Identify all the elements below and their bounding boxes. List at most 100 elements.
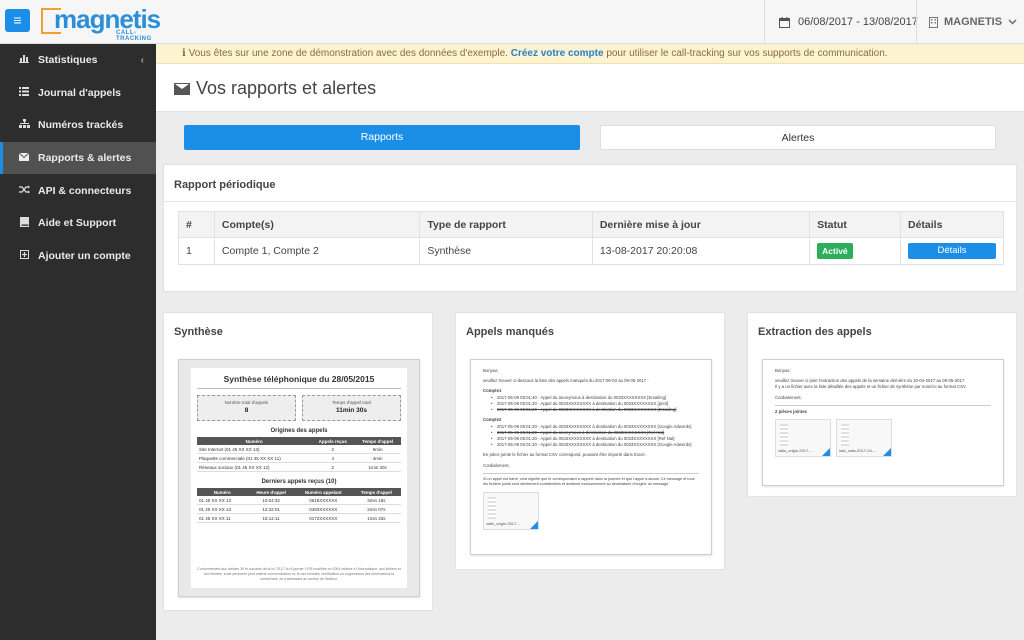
- row-status: Activé: [809, 237, 901, 265]
- table-row: 01 45 XX XX 11 15:12:11 0172XXXXXX 1min …: [197, 513, 401, 523]
- date-range-text: 06/08/2017 - 13/08/2017: [798, 16, 918, 28]
- sidebar-item-rapports[interactable]: Rapports & alertes: [0, 141, 156, 175]
- tab-alertes[interactable]: Alertes: [600, 125, 996, 150]
- sidebar-item-label: Rapports & alertes: [38, 152, 132, 165]
- synthese-footer: Conformément aux articles 39 et suivants…: [197, 567, 401, 582]
- email-line2: Il y a un fichier avec la liste détaillé…: [775, 384, 967, 390]
- attachment-thumbnail[interactable]: last_calls-2017-04-...: [836, 419, 893, 458]
- calendar-icon: [779, 16, 790, 28]
- tab-rapports[interactable]: Rapports: [184, 125, 580, 150]
- column-header: Numéro: [197, 488, 248, 496]
- table-row: 1 Compte 1, Compte 2 Synthèse 13-08-2017…: [178, 237, 1004, 265]
- derniers-table: Numéro Heure d'appel Numéro appelant Tem…: [197, 488, 401, 523]
- sidebar-item-aide[interactable]: Aide et Support: [0, 207, 156, 240]
- origines-heading: Origines des appels: [270, 428, 328, 434]
- cell: 10:04:32: [247, 496, 295, 505]
- sitemap-icon: [18, 119, 30, 131]
- extraction-email-preview[interactable]: Bonjour, veuillez trouver ci-joint l'ext…: [762, 359, 1004, 486]
- sidebar-item-journal[interactable]: Journal d'appels: [0, 77, 156, 110]
- email-csv-note: En pièce jointe le fichier au format CSV…: [483, 452, 646, 458]
- derniers-heading: Derniers appels reçus (10): [261, 479, 337, 485]
- account-menu[interactable]: MAGNETIS: [916, 0, 1024, 44]
- sidebar: Statistiques ‹ Journal d'appels Numéros …: [0, 44, 156, 640]
- panel-title: Appels manqués: [466, 326, 555, 338]
- periodic-report-panel: Rapport périodique # Compte(s) Type de r…: [163, 164, 1017, 292]
- sidebar-item-label: Ajouter un compte: [38, 249, 131, 262]
- email-greeting: Bonjour,: [483, 368, 499, 373]
- date-range-picker[interactable]: 06/08/2017 - 13/08/2017: [764, 0, 932, 44]
- page-header: Vos rapports et alertes: [156, 64, 1024, 112]
- file-icon: [488, 496, 496, 519]
- hamburger-menu-button[interactable]: ≡: [5, 9, 30, 32]
- sidebar-item-label: Aide et Support: [38, 217, 117, 230]
- sidebar-item-label: Numéros trackés: [38, 119, 124, 132]
- sidebar-item-label: Journal d'appels: [38, 86, 122, 99]
- cell: 0172XXXXXX: [294, 513, 352, 523]
- sidebar-item-statistiques[interactable]: Statistiques ‹: [0, 44, 156, 77]
- envelope-icon: [18, 152, 30, 164]
- shuffle-icon: [18, 185, 30, 197]
- file-corner-icon: [822, 448, 830, 457]
- sidebar-item-ajouter[interactable]: Ajouter un compte: [0, 240, 156, 273]
- column-header: Compte(s): [213, 211, 421, 238]
- missed-calls-email-preview[interactable]: Bonjour, veuillez trouver ci-dessous la …: [470, 359, 712, 555]
- cell: 6min: [354, 445, 401, 454]
- file-icon: [780, 424, 788, 447]
- cell: Site Internet (01 45 XX XX 13): [197, 445, 312, 454]
- synthese-document-preview[interactable]: Synthèse téléphonique du 28/05/2015 Nomb…: [178, 359, 420, 597]
- page-title-wrap: Vos rapports et alertes: [174, 78, 376, 99]
- top-bar: ≡ magnetis CALL-TRACKING 06/08/2017 - 13…: [0, 0, 1024, 44]
- reports-table: # Compte(s) Type de rapport Dernière mis…: [178, 211, 1004, 265]
- email-intro: veuillez trouver ci-dessous la liste des…: [483, 378, 649, 384]
- plus-square-icon: [18, 249, 30, 262]
- missed-calls-preview-panel: Appels manqués Bonjour, veuillez trouver…: [455, 312, 725, 570]
- email-greeting: Bonjour,: [775, 368, 791, 373]
- logo[interactable]: magnetis CALL-TRACKING: [41, 4, 161, 42]
- row-type: Synthèse: [419, 237, 593, 265]
- cell: 2min 07s: [351, 504, 401, 514]
- attachment-thumbnail[interactable]: calls_origin-2017-...: [483, 491, 539, 530]
- box-value: 8: [244, 407, 249, 414]
- cell: Réseaux sociaux (01 45 XX XX 12): [197, 462, 312, 472]
- attachment-thumbnail[interactable]: calls_origin-2017-...: [775, 419, 831, 458]
- column-header: Type de rapport: [419, 211, 593, 238]
- create-account-link[interactable]: Créez votre compte: [511, 48, 604, 59]
- bar-chart-icon: [18, 54, 30, 66]
- row-last-update: 13-08-2017 20:20:08: [591, 237, 811, 265]
- table-row: Réseaux sociaux (01 45 XX XX 12) 2 1min …: [197, 462, 401, 472]
- column-header: Appels reçus: [311, 437, 355, 445]
- book-icon: [18, 216, 30, 230]
- panel-title: Rapport périodique: [164, 165, 1016, 202]
- building-icon: [929, 16, 938, 28]
- extraction-preview-panel: Extraction des appels Bonjour, veuillez …: [747, 312, 1017, 497]
- attachment-name: calls_origin-2017-...: [486, 521, 521, 527]
- table-row: Site Internet (01 45 XX XX 13) 2 6min: [197, 445, 401, 454]
- table-row: 01 45 XX XX 13 10:04:32 0616XXXXXX 3min …: [197, 496, 401, 505]
- column-header: Temps d'appel: [354, 437, 401, 445]
- envelope-icon: [174, 82, 190, 95]
- total-time-box: Temps d'appel total 11min 30s: [302, 395, 401, 421]
- status-badge[interactable]: Activé: [817, 243, 853, 259]
- panel-title: Synthèse: [174, 326, 223, 338]
- row-number: 1: [178, 237, 215, 265]
- column-header: Statut: [809, 211, 901, 238]
- email-closing: Cordialement,: [775, 394, 802, 400]
- file-icon: [841, 424, 850, 447]
- column-header: Dernière mise à jour: [591, 211, 811, 238]
- cell: 3min 18s: [351, 496, 401, 505]
- sidebar-item-api[interactable]: API & connecteurs: [0, 174, 156, 207]
- sidebar-item-label: API & connecteurs: [38, 184, 132, 197]
- synthese-summary-boxes: Nombre total d'appels 8 Temps d'appel to…: [197, 395, 401, 421]
- banner-text-after: pour utiliser le call-tracking sur vos s…: [606, 48, 888, 59]
- cell: 4min: [354, 453, 401, 463]
- email-closing: Cordialement,: [483, 462, 510, 468]
- sidebar-item-numeros[interactable]: Numéros trackés: [0, 109, 156, 142]
- list-item: 2017-05-09 05:01:20 - Appel du 0033XXXXX…: [483, 442, 699, 448]
- sidebar-item-label: Statistiques: [38, 54, 98, 67]
- box-label: Nombre total d'appels: [224, 400, 269, 405]
- table-row: Plaquette commerciale (01 45 XX XX 11) 4…: [197, 453, 401, 463]
- details-button[interactable]: Détails: [908, 243, 996, 259]
- email-notes: Si un appel est barré, cela signifie que…: [483, 472, 699, 488]
- column-header: Numéro appelant: [294, 488, 352, 496]
- logo-subtitle: CALL-TRACKING: [116, 30, 152, 42]
